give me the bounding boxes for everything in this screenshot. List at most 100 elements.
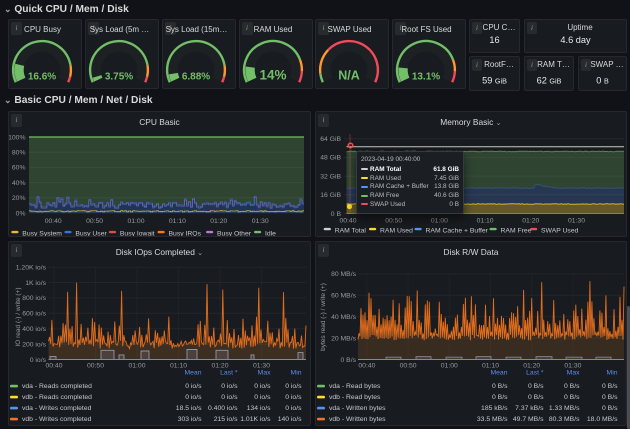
svg-text:400 io/s: 400 io/s: [22, 326, 46, 333]
svg-text:0 io/s: 0 io/s: [221, 383, 238, 390]
svg-text:0 io/s: 0 io/s: [285, 383, 302, 390]
svg-text:Mean: Mean: [184, 370, 201, 377]
svg-text:RAM Free: RAM Free: [501, 228, 532, 235]
svg-text:00:50: 00:50: [87, 363, 104, 370]
svg-text:RAM Cache + Buffer: RAM Cache + Buffer: [426, 228, 489, 235]
svg-text:00:40: 00:40: [358, 363, 375, 370]
svg-text:SWAP Used: SWAP Used: [541, 228, 579, 235]
svg-text:vda - Read bytes: vda - Read bytes: [329, 383, 381, 390]
svg-text:00:50: 00:50: [385, 218, 402, 225]
svg-text:01:00: 01:00: [431, 218, 448, 225]
svg-text:0 B/s: 0 B/s: [602, 394, 618, 401]
svg-text:Busy System: Busy System: [22, 231, 62, 237]
svg-text:01:20: 01:20: [522, 218, 539, 225]
svg-text:01:30: 01:30: [253, 363, 270, 370]
svg-text:6.88%: 6.88%: [182, 72, 210, 83]
svg-text:Busy User: Busy User: [75, 231, 107, 237]
svg-text:01:10: 01:10: [477, 218, 494, 225]
svg-text:01:30: 01:30: [252, 218, 269, 225]
svg-text:0 B/s: 0 B/s: [528, 394, 544, 401]
svg-text:0 B/s: 0 B/s: [492, 383, 508, 390]
svg-text:800 io/s: 800 io/s: [22, 295, 46, 302]
svg-text:0 B/s: 0 B/s: [564, 383, 580, 390]
svg-text:20%: 20%: [12, 195, 26, 202]
svg-text:40 MB/s: 40 MB/s: [331, 314, 357, 321]
svg-text:64 GiB: 64 GiB: [320, 136, 341, 143]
svg-text:00:40: 00:40: [45, 363, 62, 370]
svg-text:01:00: 01:00: [127, 218, 144, 225]
svg-text:80.3 MB/s: 80.3 MB/s: [549, 416, 580, 423]
svg-text:Max: Max: [567, 370, 580, 377]
svg-text:Min: Min: [607, 370, 618, 377]
svg-text:00:40: 00:40: [339, 218, 356, 225]
svg-text:80%: 80%: [12, 150, 26, 157]
svg-text:01:00: 01:00: [441, 363, 458, 370]
svg-text:01:20: 01:20: [211, 363, 228, 370]
svg-text:40%: 40%: [12, 180, 26, 187]
svg-text:0%: 0%: [16, 210, 26, 217]
svg-text:0 io/s: 0 io/s: [30, 357, 47, 364]
svg-text:0 io/s: 0 io/s: [185, 394, 202, 401]
svg-text:Last *: Last *: [220, 370, 238, 377]
svg-text:vdb - Written bytes: vdb - Written bytes: [329, 416, 386, 423]
svg-text:0 io/s: 0 io/s: [285, 405, 302, 412]
svg-text:18.5 io/s: 18.5 io/s: [176, 405, 202, 412]
svg-text:0 B/s: 0 B/s: [602, 383, 618, 390]
svg-text:303 io/s: 303 io/s: [178, 416, 202, 423]
svg-text:600 io/s: 600 io/s: [22, 311, 46, 318]
svg-text:80 MB/s: 80 MB/s: [331, 271, 357, 278]
svg-text:0 io/s: 0 io/s: [254, 383, 271, 390]
svg-text:Min: Min: [291, 370, 302, 377]
svg-text:32 GiB: 32 GiB: [320, 173, 341, 180]
svg-text:Max: Max: [258, 370, 271, 377]
svg-text:20 MB/s: 20 MB/s: [331, 335, 357, 342]
svg-text:16.6%: 16.6%: [28, 72, 56, 83]
svg-text:13.1%: 13.1%: [412, 72, 440, 83]
svg-text:62 GiB: 62 GiB: [537, 76, 562, 86]
svg-text:Busy Other: Busy Other: [217, 231, 252, 237]
svg-text:01:10: 01:10: [482, 363, 499, 370]
svg-text:134 io/s: 134 io/s: [247, 405, 271, 412]
svg-text:vda - Writes completed: vda - Writes completed: [22, 405, 92, 412]
svg-text:4.6 day: 4.6 day: [560, 35, 591, 45]
svg-text:vda - Reads completed: vda - Reads completed: [22, 383, 92, 390]
svg-text:3.75%: 3.75%: [105, 72, 133, 83]
svg-text:0 B/s: 0 B/s: [602, 405, 618, 412]
svg-text:0 B/s: 0 B/s: [492, 394, 508, 401]
svg-text:01:00: 01:00: [128, 363, 145, 370]
svg-text:00:50: 00:50: [400, 363, 417, 370]
svg-text:IO read (-) / write (+): IO read (-) / write (+): [15, 287, 22, 346]
svg-text:0 B/s: 0 B/s: [341, 357, 357, 364]
svg-text:N/A: N/A: [338, 69, 360, 83]
svg-text:1K io/s: 1K io/s: [25, 280, 46, 287]
svg-text:0 B/s: 0 B/s: [528, 383, 544, 390]
svg-text:01:30: 01:30: [564, 363, 581, 370]
svg-text:1.33 MB/s: 1.33 MB/s: [549, 405, 580, 412]
svg-text:48 GiB: 48 GiB: [320, 155, 341, 162]
svg-text:100%: 100%: [9, 134, 26, 141]
svg-text:7.37 kB/s: 7.37 kB/s: [515, 405, 544, 412]
svg-text:00:40: 00:40: [45, 218, 62, 225]
svg-text:0 io/s: 0 io/s: [185, 383, 202, 390]
svg-text:0 io/s: 0 io/s: [221, 394, 238, 401]
svg-text:01:20: 01:20: [523, 363, 540, 370]
svg-text:0.400 io/s: 0.400 io/s: [208, 405, 238, 412]
svg-text:0 B: 0 B: [596, 76, 609, 86]
svg-text:0 io/s: 0 io/s: [254, 394, 271, 401]
svg-text:60 MB/s: 60 MB/s: [331, 293, 357, 300]
svg-text:200 io/s: 200 io/s: [22, 341, 46, 348]
svg-text:59 GiB: 59 GiB: [482, 76, 507, 86]
svg-text:vda - Written bytes: vda - Written bytes: [329, 405, 386, 412]
svg-text:01:10: 01:10: [170, 363, 187, 370]
svg-text:01:30: 01:30: [568, 218, 585, 225]
svg-text:16: 16: [489, 35, 499, 45]
svg-text:16 GiB: 16 GiB: [320, 192, 341, 199]
svg-text:bytes read (-) / write (+): bytes read (-) / write (+): [320, 283, 327, 351]
svg-text:Mean: Mean: [490, 370, 507, 377]
svg-text:215 io/s: 215 io/s: [214, 416, 238, 423]
svg-text:vdb - Writes completed: vdb - Writes completed: [22, 416, 92, 423]
svg-text:185 kB/s: 185 kB/s: [481, 405, 508, 412]
svg-text:00:50: 00:50: [86, 218, 103, 225]
svg-text:18.0 MB/s: 18.0 MB/s: [587, 416, 618, 423]
svg-text:RAM Used: RAM Used: [380, 228, 413, 235]
